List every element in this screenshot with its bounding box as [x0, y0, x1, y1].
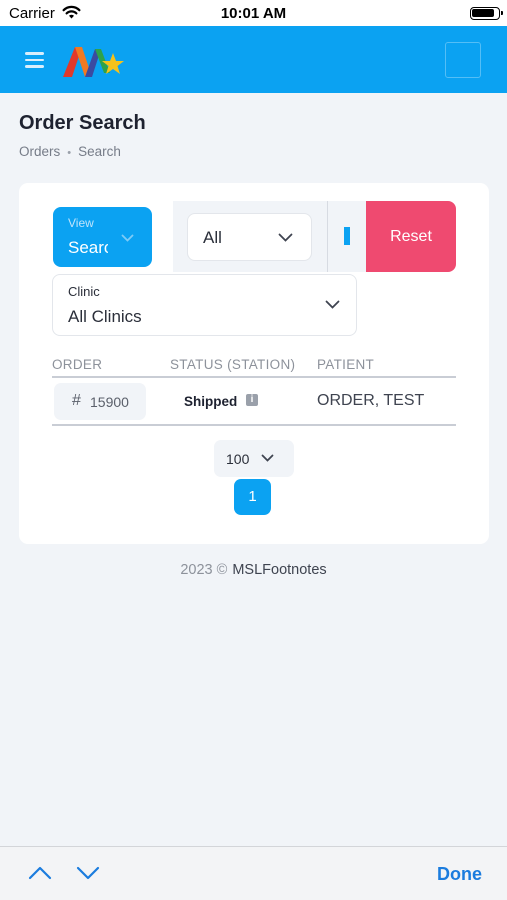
- done-button[interactable]: Done: [437, 864, 482, 885]
- chevron-up-icon[interactable]: [28, 866, 52, 880]
- status-select-value: All: [203, 228, 222, 247]
- copyright: 2023 © MSLFootnotes: [0, 562, 507, 578]
- table-header: ORDER STATUS (STATION) PATIENT: [52, 351, 456, 378]
- column-header-status[interactable]: STATUS (STATION): [170, 357, 295, 372]
- column-header-patient[interactable]: PATIENT: [317, 357, 374, 372]
- order-number: 15900: [90, 394, 129, 410]
- breadcrumb-search: Search: [78, 144, 121, 159]
- page-size-value: 100: [226, 451, 250, 467]
- status-bar: Carrier 10:01 AM: [0, 0, 507, 26]
- breadcrumb-separator: •: [67, 147, 72, 159]
- chevron-down-icon: [325, 300, 340, 309]
- clock-label: 10:01 AM: [220, 5, 287, 22]
- view-select[interactable]: View Search: [53, 207, 152, 267]
- brand-logo-icon[interactable]: [61, 43, 127, 79]
- hash-icon: #: [72, 392, 81, 409]
- battery-icon: [470, 7, 503, 20]
- clinic-select[interactable]: Clinic All Clinics: [52, 274, 357, 336]
- patient-name: ORDER, TEST: [317, 392, 425, 409]
- text-cursor-handle[interactable]: [344, 227, 350, 245]
- page-size-select[interactable]: 100: [214, 440, 294, 477]
- copyright-year: 2023 ©: [180, 562, 228, 578]
- copyright-brand[interactable]: MSLFootnotes: [232, 562, 326, 578]
- pagination-page-button[interactable]: 1: [234, 479, 271, 515]
- table-row[interactable]: # 15900 Shipped i ORDER, TEST: [52, 378, 456, 426]
- order-search-card: View Search All Reset Clinic All Clinics…: [19, 183, 489, 544]
- column-header-order[interactable]: ORDER: [52, 357, 102, 372]
- chevron-down-icon: [261, 454, 274, 462]
- clinic-select-label: Clinic: [68, 284, 100, 299]
- order-status: Shipped: [184, 394, 238, 409]
- view-select-value: Search: [68, 238, 108, 257]
- orders-table: ORDER STATUS (STATION) PATIENT # 15900 S…: [52, 351, 456, 426]
- breadcrumb: Orders • Search: [19, 144, 121, 159]
- keyboard-toolbar: Done: [0, 846, 507, 900]
- hamburger-menu-icon[interactable]: [25, 52, 44, 68]
- page-title: Order Search: [19, 112, 146, 134]
- reset-button[interactable]: Reset: [366, 201, 456, 272]
- chevron-down-icon[interactable]: [76, 866, 100, 880]
- app-header: [0, 26, 507, 93]
- breadcrumb-orders[interactable]: Orders: [19, 144, 60, 159]
- order-number-chip[interactable]: # 15900: [54, 383, 146, 420]
- filter-divider: [327, 201, 328, 272]
- clinic-select-value: All Clinics: [68, 307, 142, 326]
- status-select[interactable]: All: [187, 213, 312, 261]
- header-action-placeholder[interactable]: [445, 42, 481, 78]
- view-select-label: View: [68, 216, 94, 230]
- chevron-down-icon: [278, 233, 293, 242]
- info-icon[interactable]: i: [246, 394, 258, 406]
- chevron-down-icon: [121, 234, 134, 242]
- status-filter-group: All: [173, 201, 369, 272]
